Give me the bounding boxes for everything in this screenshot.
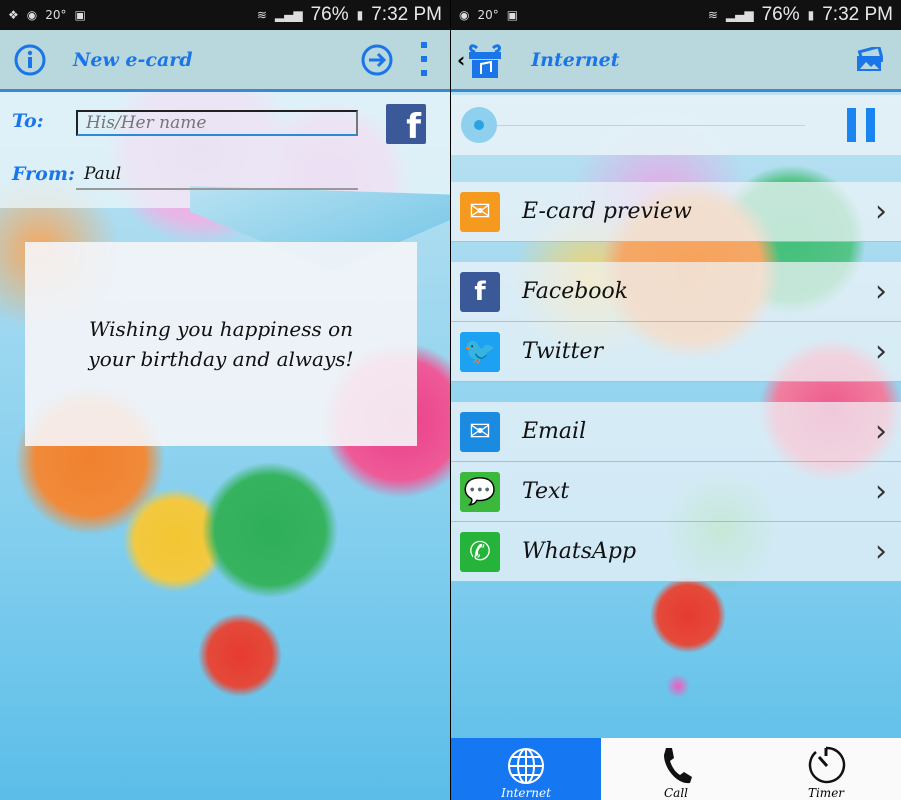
chevron-right-icon: › — [875, 334, 887, 369]
chevron-right-icon: › — [875, 474, 887, 509]
temperature: 20° — [477, 8, 499, 22]
signal-icon: ▂▄▆ — [274, 8, 303, 22]
back-icon[interactable]: ‹ — [457, 48, 465, 72]
shield-icon: ◉ — [26, 8, 38, 22]
nav-label: Call — [663, 786, 688, 800]
nav-label: Timer — [807, 786, 845, 800]
shield-icon: ◉ — [459, 8, 470, 22]
to-label: To: — [12, 110, 44, 132]
nav-timer[interactable]: Timer — [751, 738, 901, 800]
audio-seek-thumb[interactable] — [461, 107, 497, 143]
share-item-text[interactable]: 💬 Text › — [451, 462, 901, 522]
more-menu-icon[interactable] — [420, 41, 428, 79]
compose-screen: ❖ ◉ 20° ▣ ≋ ▂▄▆ 76% ▮ 7:32 PM New e-card… — [0, 0, 450, 800]
timer-icon — [808, 746, 846, 784]
dropbox-icon: ❖ — [8, 8, 19, 22]
share-item-label: Text — [522, 479, 570, 504]
page-title: Internet — [531, 48, 620, 71]
share-item-email[interactable]: ✉ Email › — [451, 402, 901, 462]
battery-icon: ▮ — [356, 8, 364, 22]
battery-level: 76% — [310, 4, 349, 25]
chevron-right-icon: › — [875, 274, 887, 309]
app-bar: New e-card — [0, 30, 450, 92]
pause-icon[interactable] — [847, 108, 877, 142]
ecard-message-box[interactable]: Wishing you happiness on your birthday a… — [25, 242, 417, 446]
send-arrow-icon[interactable] — [360, 43, 394, 77]
globe-icon — [508, 748, 544, 784]
share-screen: ◉ 20° ▣ ≋ ▂▄▆ 76% ▮ 7:32 PM ‹ Internet ✉… — [451, 0, 901, 800]
from-name-input[interactable]: Paul — [76, 164, 358, 190]
share-item-label: Twitter — [522, 339, 603, 364]
nav-label: Internet — [501, 786, 551, 800]
clock: 7:32 PM — [822, 4, 893, 25]
mail-icon: ✉ — [460, 411, 500, 452]
gallery-icon[interactable] — [855, 46, 883, 73]
chevron-right-icon: › — [875, 194, 887, 229]
share-item-e-card-preview[interactable]: ✉ E-card preview › — [451, 182, 901, 242]
to-name-input[interactable] — [76, 110, 358, 136]
chevron-right-icon: › — [875, 414, 887, 449]
share-item-label: Email — [522, 419, 587, 444]
phone-icon — [664, 748, 692, 784]
bottom-nav: Internet Call Timer — [451, 738, 901, 800]
whatsapp-icon: ✆ — [460, 531, 500, 572]
info-icon[interactable] — [13, 43, 47, 77]
chevron-right-icon: › — [875, 534, 887, 569]
audio-player — [451, 95, 901, 155]
nav-internet[interactable]: Internet — [451, 738, 601, 800]
envelope-open-icon: ✉ — [460, 191, 500, 232]
wifi-icon: ≋ — [707, 8, 718, 22]
page-title: New e-card — [73, 48, 193, 71]
status-bar: ◉ 20° ▣ ≋ ▂▄▆ 76% ▮ 7:32 PM — [451, 0, 901, 30]
gift-music-icon[interactable] — [465, 40, 505, 80]
message-icon: 💬 — [460, 471, 500, 512]
ecard-message: Wishing you happiness on your birthday a… — [88, 317, 354, 371]
from-label: From: — [12, 163, 75, 185]
clipboard-icon: ▣ — [74, 8, 86, 22]
clock: 7:32 PM — [371, 4, 442, 25]
share-item-label: E-card preview — [522, 199, 692, 224]
nav-call[interactable]: Call — [601, 738, 751, 800]
temperature: 20° — [45, 8, 67, 22]
facebook-friends-button[interactable]: f — [386, 104, 426, 144]
battery-level: 76% — [761, 4, 800, 25]
share-item-label: Facebook — [522, 279, 629, 304]
battery-icon: ▮ — [807, 8, 815, 22]
status-bar: ❖ ◉ 20° ▣ ≋ ▂▄▆ 76% ▮ 7:32 PM — [0, 0, 450, 30]
app-bar: ‹ Internet — [451, 30, 901, 92]
share-item-label: WhatsApp — [522, 539, 637, 564]
share-item-facebook[interactable]: f Facebook › — [451, 262, 901, 322]
audio-seek-track[interactable] — [479, 125, 805, 126]
twitter-icon: 🐦 — [460, 331, 500, 372]
clipboard-icon: ▣ — [506, 8, 519, 22]
wifi-icon: ≋ — [256, 8, 267, 22]
share-item-whatsapp[interactable]: ✆ WhatsApp › — [451, 522, 901, 582]
share-item-twitter[interactable]: 🐦 Twitter › — [451, 322, 901, 382]
facebook-icon: f — [460, 271, 500, 312]
signal-icon: ▂▄▆ — [725, 8, 754, 22]
